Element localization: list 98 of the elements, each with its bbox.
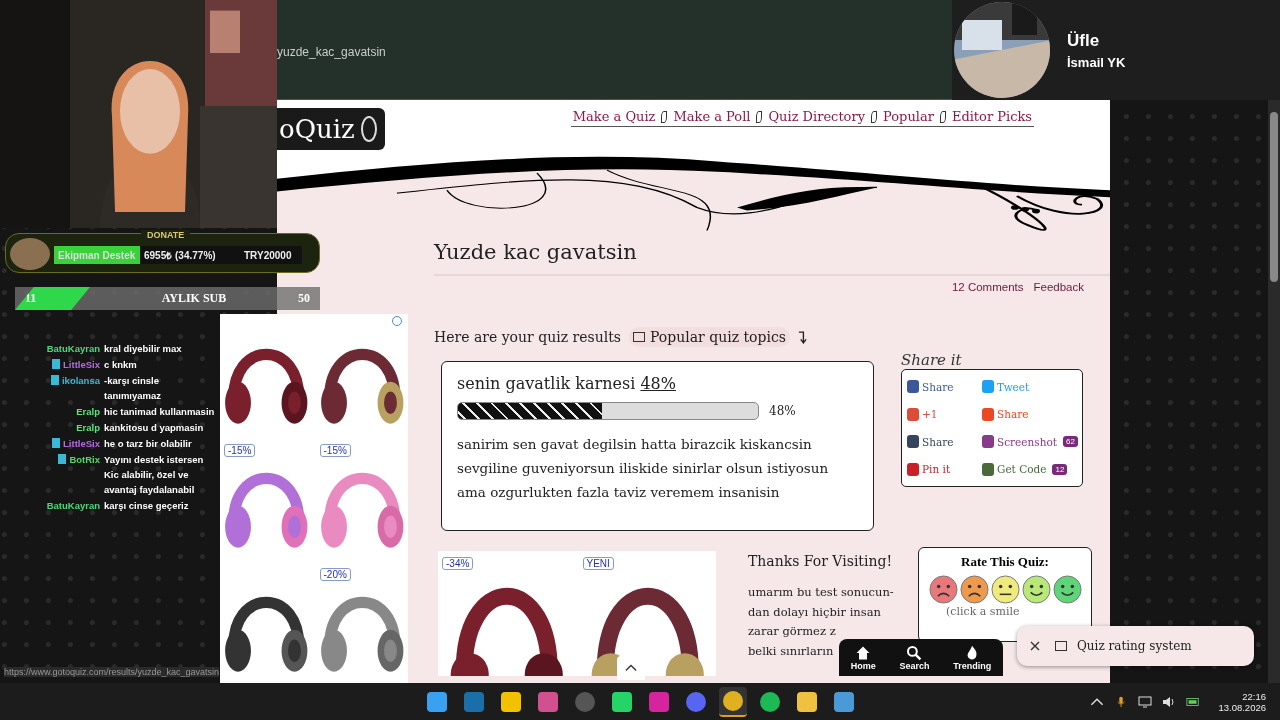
share-link[interactable]: Share <box>982 407 1078 421</box>
results-label: Here are your quiz results <box>434 329 621 345</box>
chat-username: BatuKayran <box>46 499 100 513</box>
share-icon <box>907 407 919 421</box>
chat-username: Eralp <box>76 405 100 419</box>
count-badge: 12 <box>1052 463 1068 475</box>
song-artist: İsmail YK <box>1067 54 1126 70</box>
chat-username: BatuKayran <box>46 342 100 356</box>
status-url: https://www.gotoquiz.com/results/yuzde_kac_gavatsin <box>4 667 220 677</box>
home-icon <box>855 644 872 661</box>
song-title: Üfle <box>1067 30 1101 51</box>
quiz-title: Yuzde kac gavatsin <box>434 240 1110 276</box>
close-icon <box>1030 641 1040 651</box>
result-title: senin gavatlik karnesi 48% <box>457 374 677 393</box>
nav-link[interactable]: Popular <box>883 109 934 124</box>
nav-link[interactable]: Make a Quiz <box>572 109 656 124</box>
chat-username: ikolansa <box>61 374 100 388</box>
goal-amount: 6955₺ (34.77%) <box>144 249 217 262</box>
smiley-icon[interactable] <box>928 575 958 604</box>
chat-message: he o tarz bir olabilir <box>104 437 193 451</box>
share-icon <box>982 435 994 449</box>
ad-badge: -34% <box>442 557 474 570</box>
ornament-icon <box>360 116 377 142</box>
search-icon <box>906 644 923 661</box>
share-icon <box>982 407 994 421</box>
share-heading: Share it <box>901 351 963 369</box>
thanks-text: dan dolayı hiçbir insan <box>748 603 881 621</box>
leaf-icon <box>939 110 946 123</box>
smiley-icon[interactable] <box>1052 575 1082 604</box>
sub-goal-label: AYLIK SUB <box>160 291 228 306</box>
down-arrow-icon <box>798 330 807 344</box>
news-icon <box>1055 641 1067 651</box>
share-link[interactable]: Screenshot 62 <box>982 435 1078 449</box>
result-percent: 48% <box>769 404 796 418</box>
leaf-icon <box>661 110 668 123</box>
bottom-nav-item[interactable]: Search <box>899 644 930 671</box>
discount-badge: -20% <box>319 568 351 581</box>
page-link[interactable]: 12 Comments <box>951 281 1024 293</box>
share-link[interactable]: Get Code 12 <box>982 462 1078 476</box>
leaf-icon <box>756 110 763 123</box>
chat-username: Eralp <box>76 421 100 435</box>
ad-badge: YENI <box>582 557 614 570</box>
thanks-heading: Thanks For Visiting! <box>748 553 894 569</box>
scrollbar[interactable] <box>1268 100 1280 683</box>
bottom-nav-item[interactable]: Home <box>850 644 876 671</box>
smiley-icon[interactable] <box>1021 575 1051 604</box>
bottom-nav-item[interactable]: Trending <box>953 644 992 671</box>
chat-username: BotRix <box>69 453 100 467</box>
chevron-up-icon <box>625 664 637 672</box>
chat-message: hic tanimad kullanmasin <box>104 405 215 419</box>
share-icon <box>907 380 919 394</box>
donate-label: DONATE <box>141 230 191 240</box>
share-link[interactable]: Share <box>907 435 982 449</box>
thanks-text: umarım bu test sonucun- <box>748 584 894 601</box>
count-badge: 62 <box>1063 436 1078 448</box>
site-logo[interactable]: oQuiz <box>277 108 385 150</box>
thanks-text: belki sınırların <box>748 642 834 660</box>
chat-username: LittleSix <box>63 437 100 451</box>
thanks-text: zarar görmez z <box>748 623 836 640</box>
goal-name: Ekipman Destek <box>57 249 137 261</box>
battery-icon[interactable] <box>1186 695 1201 708</box>
share-icon <box>907 462 919 476</box>
page-link[interactable]: Feedback <box>1033 281 1084 293</box>
chat-username: LittleSix <box>63 358 100 372</box>
result-description: sanirim sen gavat degilsin hatta birazcik kiskancsin sevgiline guveniyorsun iliskide sinirlar olsun istiyosun ama ozgurlukten fazla taviz veremem insanisin <box>457 435 830 502</box>
share-icon <box>982 462 994 476</box>
chat-message: kankitosu d yapmasin <box>104 421 205 435</box>
nav-link[interactable]: Editor Picks <box>951 109 1032 124</box>
share-icon <box>907 435 919 449</box>
goal-target: TRY20000 <box>244 249 292 261</box>
taskbar-app-icon[interactable] <box>718 686 747 717</box>
scrollbar-thumb[interactable] <box>1270 112 1278 282</box>
clock-time: 22:16 <box>1242 690 1266 702</box>
clock[interactable]: 22:16 13.08.2026 <box>1218 690 1266 713</box>
share-link[interactable]: Pin it <box>907 462 982 476</box>
nav-link[interactable]: Make a Poll <box>673 109 751 124</box>
nav-link[interactable]: Quiz Directory <box>768 109 865 124</box>
discount-badge: -15% <box>224 444 256 457</box>
discount-badge: -15% <box>319 444 351 457</box>
sub-goal-target: 50 <box>298 291 310 306</box>
rating-title: Rate This Quiz: <box>960 554 1050 570</box>
news-icon <box>632 332 645 342</box>
rating-hint: (click a smile <box>945 605 1021 618</box>
share-icon <box>982 380 994 394</box>
leaf-icon <box>871 110 877 123</box>
smiley-icon[interactable] <box>959 575 989 604</box>
clock-date: 13.08.2026 <box>1218 701 1266 713</box>
sub-count: 11 <box>15 287 90 310</box>
chat-message: kral diyebilir max <box>104 342 183 356</box>
chat-message: c knkm <box>104 358 138 372</box>
share-link[interactable]: +1 <box>907 407 982 421</box>
chat-message: karşı cinse geçeriz <box>104 499 190 513</box>
speaker-icon[interactable] <box>1162 695 1177 708</box>
share-link[interactable]: Share <box>907 380 982 394</box>
toast-text: Quiz rating system <box>1077 639 1192 653</box>
smiley-icon[interactable] <box>990 575 1020 604</box>
popular-topics-link[interactable]: Popular quiz topics <box>628 327 790 347</box>
address-text[interactable]: yuzde_kac_gavatsin <box>277 45 386 59</box>
